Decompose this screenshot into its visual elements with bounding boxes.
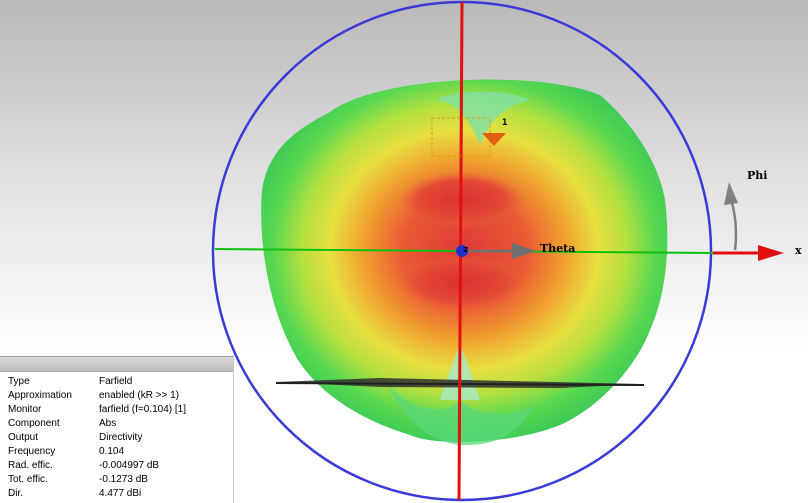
x-axis-label: x (795, 244, 802, 257)
info-key: Rad. effic. (8, 460, 53, 471)
info-key: Frequency (8, 446, 56, 457)
result-info-panel: Type Farfield Approximation enabled (kR >> … (0, 356, 234, 503)
theta-label: Theta (540, 242, 576, 255)
x-axis-arrowhead (758, 245, 784, 261)
lower-max-lobe (400, 254, 524, 310)
phi-arrow-shaft (729, 199, 738, 251)
info-row: Monitor farfield (f=0.104) [1] (8, 403, 186, 417)
info-value: farfield (f=0.104) [1] (99, 404, 186, 415)
marker-label: 1 (502, 118, 508, 128)
info-row: Component Abs (8, 417, 186, 431)
info-value: Abs (99, 418, 117, 429)
info-value: Farfield (99, 376, 133, 387)
z-axis-label: z (463, 245, 469, 255)
info-row: Frequency 0.104 (8, 445, 186, 459)
info-key: Monitor (8, 404, 42, 415)
info-key: Tot. effic. (8, 474, 48, 485)
info-row: Approximation enabled (kR >> 1) (8, 389, 186, 403)
info-value: -0.1273 dB (99, 474, 148, 485)
info-value: 4.477 dBi (99, 488, 142, 499)
info-value: -0.004997 dB (99, 460, 160, 471)
phi-arrowhead (724, 182, 738, 205)
info-value: Directivity (99, 432, 143, 443)
info-panel-header[interactable] (0, 357, 233, 372)
info-value: 0.104 (99, 446, 125, 457)
info-row: Type Farfield (8, 375, 186, 389)
info-key: Dir. (8, 488, 23, 499)
info-row: Dir. 4.477 dBi (8, 487, 186, 501)
info-row: Rad. effic. -0.004997 dB (8, 459, 186, 473)
info-table: Type Farfield Approximation enabled (kR >> … (8, 375, 186, 501)
info-key: Output (8, 432, 39, 443)
info-row: Output Directivity (8, 431, 186, 445)
phi-label: Phi (747, 169, 768, 182)
info-value: enabled (kR >> 1) (99, 390, 180, 401)
info-key: Component (8, 418, 60, 429)
info-key: Approximation (8, 390, 72, 401)
info-key: Type (8, 376, 30, 387)
info-row: Tot. effic. -0.1273 dB (8, 473, 186, 487)
